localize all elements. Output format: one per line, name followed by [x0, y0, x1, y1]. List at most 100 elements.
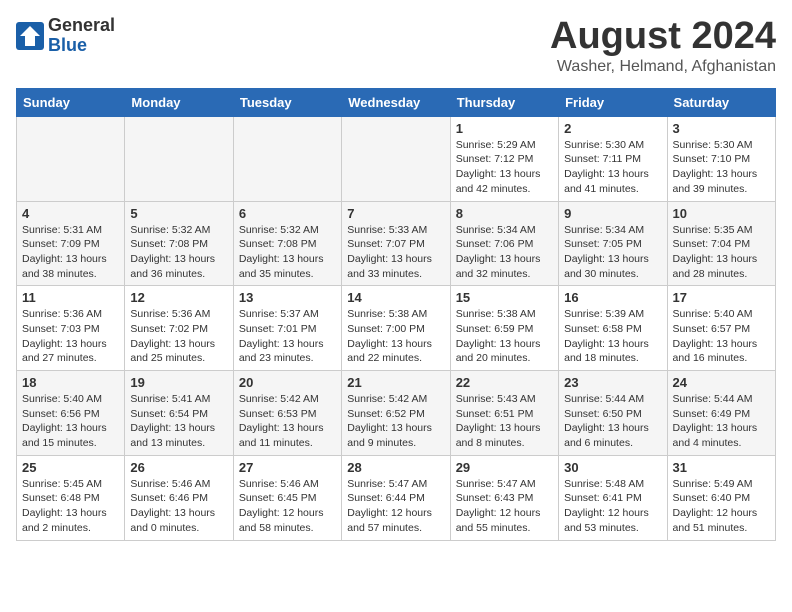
- calendar-cell: 13 Sunrise: 5:37 AM Sunset: 7:01 PM Dayli…: [233, 286, 341, 371]
- weekday-header-friday: Friday: [559, 88, 667, 116]
- day-number: 14: [347, 290, 444, 305]
- calendar-cell: 4Sunrise: 5:31 AM Sunset: 7:09 PM Daylig…: [17, 201, 125, 286]
- day-info: Sunrise: 5:32 AM Sunset: 7:08 PM Dayligh…: [239, 223, 336, 282]
- calendar-cell: 30 Sunrise: 5:48 AM Sunset: 6:41 PM Dayli…: [559, 455, 667, 540]
- calendar-cell: [342, 116, 450, 201]
- day-number: 11: [22, 290, 119, 305]
- day-number: 18: [22, 375, 119, 390]
- day-number: 30: [564, 460, 661, 475]
- day-info: Sunrise: 5:47 AM Sunset: 6:43 PM Dayligh…: [456, 477, 553, 536]
- logo: General Blue: [16, 16, 115, 56]
- calendar-cell: 20 Sunrise: 5:42 AM Sunset: 6:53 PM Dayli…: [233, 371, 341, 456]
- day-number: 19: [130, 375, 227, 390]
- calendar-cell: 31 Sunrise: 5:49 AM Sunset: 6:40 PM Dayli…: [667, 455, 775, 540]
- day-number: 15: [456, 290, 553, 305]
- calendar-table: SundayMondayTuesdayWednesdayThursdayFrid…: [16, 88, 776, 541]
- calendar-cell: 21 Sunrise: 5:42 AM Sunset: 6:52 PM Dayli…: [342, 371, 450, 456]
- calendar-cell: 1 Sunrise: 5:29 AM Sunset: 7:12 PM Daylig…: [450, 116, 558, 201]
- weekday-header-thursday: Thursday: [450, 88, 558, 116]
- day-number: 2: [564, 121, 661, 136]
- weekday-header-saturday: Saturday: [667, 88, 775, 116]
- day-info: Sunrise: 5:42 AM Sunset: 6:53 PM Dayligh…: [239, 392, 336, 451]
- day-number: 31: [673, 460, 770, 475]
- calendar-cell: 25Sunrise: 5:45 AM Sunset: 6:48 PM Dayli…: [17, 455, 125, 540]
- day-number: 5: [130, 206, 227, 221]
- calendar-cell: 14 Sunrise: 5:38 AM Sunset: 7:00 PM Dayli…: [342, 286, 450, 371]
- calendar-cell: [17, 116, 125, 201]
- day-info: Sunrise: 5:48 AM Sunset: 6:41 PM Dayligh…: [564, 477, 661, 536]
- day-info: Sunrise: 5:39 AM Sunset: 6:58 PM Dayligh…: [564, 307, 661, 366]
- day-number: 7: [347, 206, 444, 221]
- day-info: Sunrise: 5:29 AM Sunset: 7:12 PM Dayligh…: [456, 138, 553, 197]
- calendar-cell: 2 Sunrise: 5:30 AM Sunset: 7:11 PM Daylig…: [559, 116, 667, 201]
- weekday-header-sunday: Sunday: [17, 88, 125, 116]
- calendar-cell: 22Sunrise: 5:43 AM Sunset: 6:51 PM Dayli…: [450, 371, 558, 456]
- day-info: Sunrise: 5:34 AM Sunset: 7:06 PM Dayligh…: [456, 223, 553, 282]
- day-info: Sunrise: 5:32 AM Sunset: 7:08 PM Dayligh…: [130, 223, 227, 282]
- weekday-header-monday: Monday: [125, 88, 233, 116]
- calendar-cell: [233, 116, 341, 201]
- calendar-cell: 29Sunrise: 5:47 AM Sunset: 6:43 PM Dayli…: [450, 455, 558, 540]
- calendar-cell: 7 Sunrise: 5:33 AM Sunset: 7:07 PM Daylig…: [342, 201, 450, 286]
- day-number: 12: [130, 290, 227, 305]
- calendar-cell: 18 Sunrise: 5:40 AM Sunset: 6:56 PM Dayli…: [17, 371, 125, 456]
- day-info: Sunrise: 5:40 AM Sunset: 6:56 PM Dayligh…: [22, 392, 119, 451]
- day-number: 13: [239, 290, 336, 305]
- calendar-cell: 15 Sunrise: 5:38 AM Sunset: 6:59 PM Dayli…: [450, 286, 558, 371]
- week-row-3: 11 Sunrise: 5:36 AM Sunset: 7:03 PM Dayli…: [17, 286, 776, 371]
- day-info: Sunrise: 5:46 AM Sunset: 6:45 PM Dayligh…: [239, 477, 336, 536]
- day-info: Sunrise: 5:33 AM Sunset: 7:07 PM Dayligh…: [347, 223, 444, 282]
- day-number: 23: [564, 375, 661, 390]
- day-info: Sunrise: 5:36 AM Sunset: 7:03 PM Dayligh…: [22, 307, 119, 366]
- day-info: Sunrise: 5:30 AM Sunset: 7:10 PM Dayligh…: [673, 138, 770, 197]
- location: Washer, Helmand, Afghanistan: [550, 58, 776, 76]
- calendar-cell: 5 Sunrise: 5:32 AM Sunset: 7:08 PM Daylig…: [125, 201, 233, 286]
- calendar-cell: 27 Sunrise: 5:46 AM Sunset: 6:45 PM Dayli…: [233, 455, 341, 540]
- calendar-cell: 10 Sunrise: 5:35 AM Sunset: 7:04 PM Dayli…: [667, 201, 775, 286]
- calendar-cell: 3Sunrise: 5:30 AM Sunset: 7:10 PM Daylig…: [667, 116, 775, 201]
- day-number: 21: [347, 375, 444, 390]
- day-info: Sunrise: 5:34 AM Sunset: 7:05 PM Dayligh…: [564, 223, 661, 282]
- day-info: Sunrise: 5:30 AM Sunset: 7:11 PM Dayligh…: [564, 138, 661, 197]
- day-info: Sunrise: 5:31 AM Sunset: 7:09 PM Dayligh…: [22, 223, 119, 282]
- day-number: 27: [239, 460, 336, 475]
- day-info: Sunrise: 5:47 AM Sunset: 6:44 PM Dayligh…: [347, 477, 444, 536]
- month-title: August 2024: [550, 16, 776, 58]
- week-row-5: 25Sunrise: 5:45 AM Sunset: 6:48 PM Dayli…: [17, 455, 776, 540]
- day-info: Sunrise: 5:38 AM Sunset: 6:59 PM Dayligh…: [456, 307, 553, 366]
- calendar-cell: 8 Sunrise: 5:34 AM Sunset: 7:06 PM Daylig…: [450, 201, 558, 286]
- calendar-cell: 24Sunrise: 5:44 AM Sunset: 6:49 PM Dayli…: [667, 371, 775, 456]
- weekday-header-wednesday: Wednesday: [342, 88, 450, 116]
- day-number: 28: [347, 460, 444, 475]
- calendar-cell: [125, 116, 233, 201]
- calendar-cell: 17Sunrise: 5:40 AM Sunset: 6:57 PM Dayli…: [667, 286, 775, 371]
- day-number: 22: [456, 375, 553, 390]
- logo-icon: [16, 22, 44, 50]
- day-number: 16: [564, 290, 661, 305]
- day-info: Sunrise: 5:44 AM Sunset: 6:49 PM Dayligh…: [673, 392, 770, 451]
- day-info: Sunrise: 5:38 AM Sunset: 7:00 PM Dayligh…: [347, 307, 444, 366]
- week-row-4: 18 Sunrise: 5:40 AM Sunset: 6:56 PM Dayli…: [17, 371, 776, 456]
- day-number: 6: [239, 206, 336, 221]
- calendar-cell: 6 Sunrise: 5:32 AM Sunset: 7:08 PM Daylig…: [233, 201, 341, 286]
- day-info: Sunrise: 5:45 AM Sunset: 6:48 PM Dayligh…: [22, 477, 119, 536]
- logo-text: General Blue: [48, 16, 115, 56]
- logo-blue: Blue: [48, 36, 115, 56]
- logo-general: General: [48, 16, 115, 36]
- calendar-cell: 26 Sunrise: 5:46 AM Sunset: 6:46 PM Dayli…: [125, 455, 233, 540]
- day-info: Sunrise: 5:49 AM Sunset: 6:40 PM Dayligh…: [673, 477, 770, 536]
- day-info: Sunrise: 5:42 AM Sunset: 6:52 PM Dayligh…: [347, 392, 444, 451]
- day-number: 1: [456, 121, 553, 136]
- week-row-2: 4Sunrise: 5:31 AM Sunset: 7:09 PM Daylig…: [17, 201, 776, 286]
- day-number: 20: [239, 375, 336, 390]
- day-number: 10: [673, 206, 770, 221]
- day-info: Sunrise: 5:35 AM Sunset: 7:04 PM Dayligh…: [673, 223, 770, 282]
- day-info: Sunrise: 5:46 AM Sunset: 6:46 PM Dayligh…: [130, 477, 227, 536]
- day-info: Sunrise: 5:44 AM Sunset: 6:50 PM Dayligh…: [564, 392, 661, 451]
- calendar-cell: 9Sunrise: 5:34 AM Sunset: 7:05 PM Daylig…: [559, 201, 667, 286]
- day-info: Sunrise: 5:37 AM Sunset: 7:01 PM Dayligh…: [239, 307, 336, 366]
- day-number: 26: [130, 460, 227, 475]
- weekday-header-tuesday: Tuesday: [233, 88, 341, 116]
- day-number: 8: [456, 206, 553, 221]
- day-info: Sunrise: 5:41 AM Sunset: 6:54 PM Dayligh…: [130, 392, 227, 451]
